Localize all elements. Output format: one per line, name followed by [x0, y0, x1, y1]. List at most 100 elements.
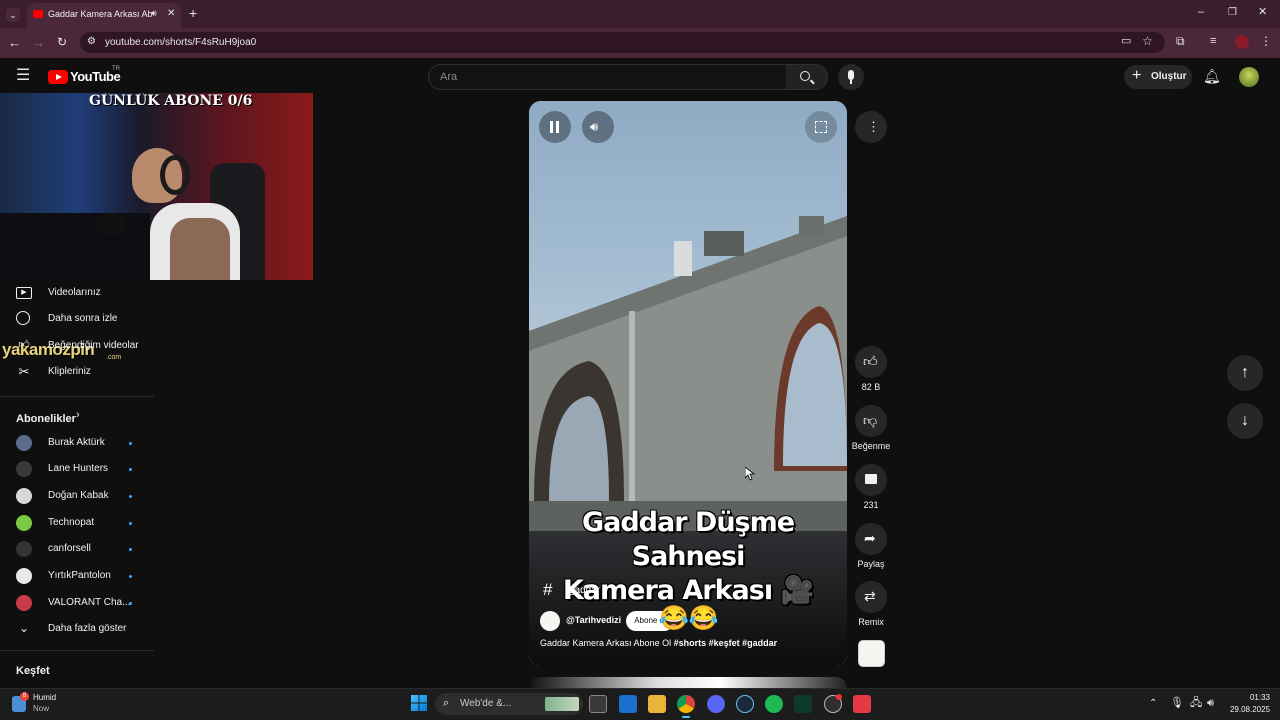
- dislike-button[interactable]: 👎︎: [855, 405, 887, 437]
- thumbs-down-icon: 👎︎: [863, 412, 878, 428]
- steam-icon[interactable]: [736, 695, 754, 713]
- sidebar-sub-lane-hunters[interactable]: Lane Hunters: [0, 456, 150, 482]
- terminal-icon[interactable]: [794, 695, 812, 713]
- tab-search-icon[interactable]: ⌄: [6, 8, 20, 22]
- volume-button[interactable]: 🔊︎: [582, 111, 614, 143]
- description-text: Gaddar Kamera Arkası Abone Ol: [540, 638, 672, 648]
- site-info-icon[interactable]: ⚙: [87, 37, 96, 47]
- weather-sub: Now: [33, 704, 50, 713]
- plus-icon: +: [1132, 67, 1142, 84]
- media-controls-icon[interactable]: ≡: [1210, 36, 1216, 47]
- install-app-icon[interactable]: ▭: [1121, 36, 1131, 47]
- remix-button[interactable]: ⇄: [855, 581, 887, 613]
- sidebar-item-watch-later[interactable]: Daha sonra izle: [0, 306, 150, 332]
- tab-close-icon[interactable]: ✕: [167, 9, 175, 19]
- sidebar-sub-burak-akturk[interactable]: Burak Aktürk: [0, 430, 150, 456]
- hashtag-link[interactable]: # gaddar: [543, 580, 600, 600]
- clock-date[interactable]: 29.08.2025: [1223, 705, 1270, 714]
- headphones: [160, 155, 190, 195]
- volume-icon: 🔊︎: [590, 119, 599, 134]
- youtube-play-icon: [48, 70, 68, 84]
- discord-icon[interactable]: [707, 695, 725, 713]
- search-placeholder: Ara: [440, 71, 458, 83]
- new-tab-button[interactable]: +: [189, 6, 197, 20]
- previous-short-button[interactable]: ↑: [1227, 355, 1263, 391]
- start-button[interactable]: [411, 695, 427, 711]
- spotify-icon[interactable]: [765, 695, 783, 713]
- new-content-dot: [129, 468, 132, 471]
- sidebar-item-liked-videos[interactable]: 👍︎ Beğendiğim videolar: [0, 333, 150, 359]
- chevron-down-icon: ⌄: [18, 621, 30, 635]
- weather-widget[interactable]: 8 Humid Now: [10, 691, 70, 717]
- channel-avatar: [16, 488, 32, 504]
- sidebar-sub-valorant[interactable]: VALORANT Cha...: [0, 590, 150, 616]
- sidebar-sub-technopat[interactable]: Technopat: [0, 510, 150, 536]
- channel-avatar[interactable]: [540, 611, 560, 631]
- browser-tab[interactable]: Gaddar Kamera Arkası Abo 🔊︎ ✕: [27, 3, 181, 28]
- file-explorer-icon[interactable]: [648, 695, 666, 713]
- search-highlight-image: [545, 697, 579, 711]
- explore-title: Keşfet: [16, 665, 50, 677]
- app-icon[interactable]: [853, 695, 871, 713]
- next-short-button[interactable]: ↓: [1227, 403, 1263, 439]
- hamburger-menu-icon[interactable]: ☰: [16, 68, 30, 84]
- shorts-video-player[interactable]: 🔊︎ Gaddar Düşme Sahnesi Kamera Arkası 🎥 …: [529, 101, 847, 666]
- video-description[interactable]: Gaddar Kamera Arkası Abone Ol #shorts #k…: [540, 638, 777, 648]
- more-options-button[interactable]: ⋮: [855, 111, 887, 143]
- sidebar-divider: [0, 650, 154, 651]
- mouse-cursor: [745, 467, 755, 481]
- sidebar-item-clips[interactable]: ✂ Klipleriniz: [0, 359, 150, 385]
- tray-chevron-icon[interactable]: ⌃: [1149, 699, 1157, 709]
- like-button[interactable]: 👍︎: [855, 346, 887, 378]
- profile-avatar[interactable]: [1235, 35, 1249, 49]
- youtube-logo[interactable]: YouTube TR: [48, 66, 128, 85]
- chrome-icon[interactable]: [677, 695, 695, 713]
- tab-audio-icon[interactable]: 🔊︎: [151, 9, 157, 18]
- window-close-icon[interactable]: ✕: [1258, 7, 1267, 18]
- voice-search-button[interactable]: [838, 64, 864, 90]
- account-avatar[interactable]: [1239, 67, 1259, 87]
- clock-time[interactable]: 01:33: [1230, 693, 1270, 702]
- taskbar-search[interactable]: ⌕ Web'de &...: [435, 693, 583, 715]
- sidebar-sub-canforsell[interactable]: canforsell: [0, 536, 150, 562]
- thumbs-up-icon: 👍︎: [863, 353, 878, 369]
- sidebar-sub-yirtikpantolon[interactable]: YırtıkPantolon: [0, 563, 150, 589]
- weather-badge: 8: [20, 692, 29, 701]
- extensions-icon[interactable]: ⧉: [1176, 35, 1185, 47]
- description-tags[interactable]: #shorts #keşfet #gaddar: [674, 638, 778, 648]
- search-button[interactable]: [786, 64, 828, 90]
- sidebar-show-more[interactable]: ⌄ Daha fazla göster: [0, 616, 150, 642]
- reload-icon[interactable]: ↻: [57, 36, 67, 48]
- sidebar-item-your-videos[interactable]: ▶ Videolarınız: [0, 280, 150, 306]
- windows-logo-icon: [411, 695, 427, 711]
- browser-menu-icon[interactable]: ⋮: [1260, 35, 1272, 47]
- forward-icon[interactable]: →: [32, 36, 45, 49]
- sound-thumbnail[interactable]: [858, 640, 885, 667]
- comment-icon: [865, 474, 877, 484]
- comments-button[interactable]: [855, 464, 887, 496]
- video-icon: ▶: [16, 287, 32, 299]
- sidebar-sub-dogan-kabak[interactable]: Doğan Kabak: [0, 483, 150, 509]
- bookmark-star-icon[interactable]: ☆: [1142, 35, 1153, 47]
- next-video-preview[interactable]: [529, 677, 847, 688]
- network-icon[interactable]: 🖧: [1190, 698, 1202, 709]
- task-view-icon[interactable]: [589, 695, 607, 713]
- search-input[interactable]: Ara: [428, 64, 787, 90]
- minimize-icon[interactable]: –: [1198, 7, 1204, 18]
- notifications-bell-icon[interactable]: 🔔︎: [1203, 69, 1221, 83]
- volume-tray-icon[interactable]: 🔊︎: [1207, 698, 1214, 709]
- pause-button[interactable]: [539, 111, 571, 143]
- tray-mic-icon[interactable]: 🎙︎: [1170, 698, 1184, 709]
- create-button[interactable]: + Oluştur: [1124, 65, 1192, 89]
- restore-icon[interactable]: ❐: [1228, 8, 1237, 18]
- new-content-dot: [129, 522, 132, 525]
- comment-count: 231: [863, 500, 879, 510]
- subscriptions-header[interactable]: Abonelikler ›: [16, 409, 80, 427]
- dislike-label: Beğenme: [851, 441, 891, 451]
- fullscreen-button[interactable]: [805, 111, 837, 143]
- back-icon[interactable]: ←: [8, 36, 21, 49]
- share-button[interactable]: ➦: [855, 523, 887, 555]
- channel-name[interactable]: @Tarihvedizi: [566, 615, 621, 625]
- desk-monitor: [0, 213, 150, 280]
- store-icon[interactable]: [619, 695, 637, 713]
